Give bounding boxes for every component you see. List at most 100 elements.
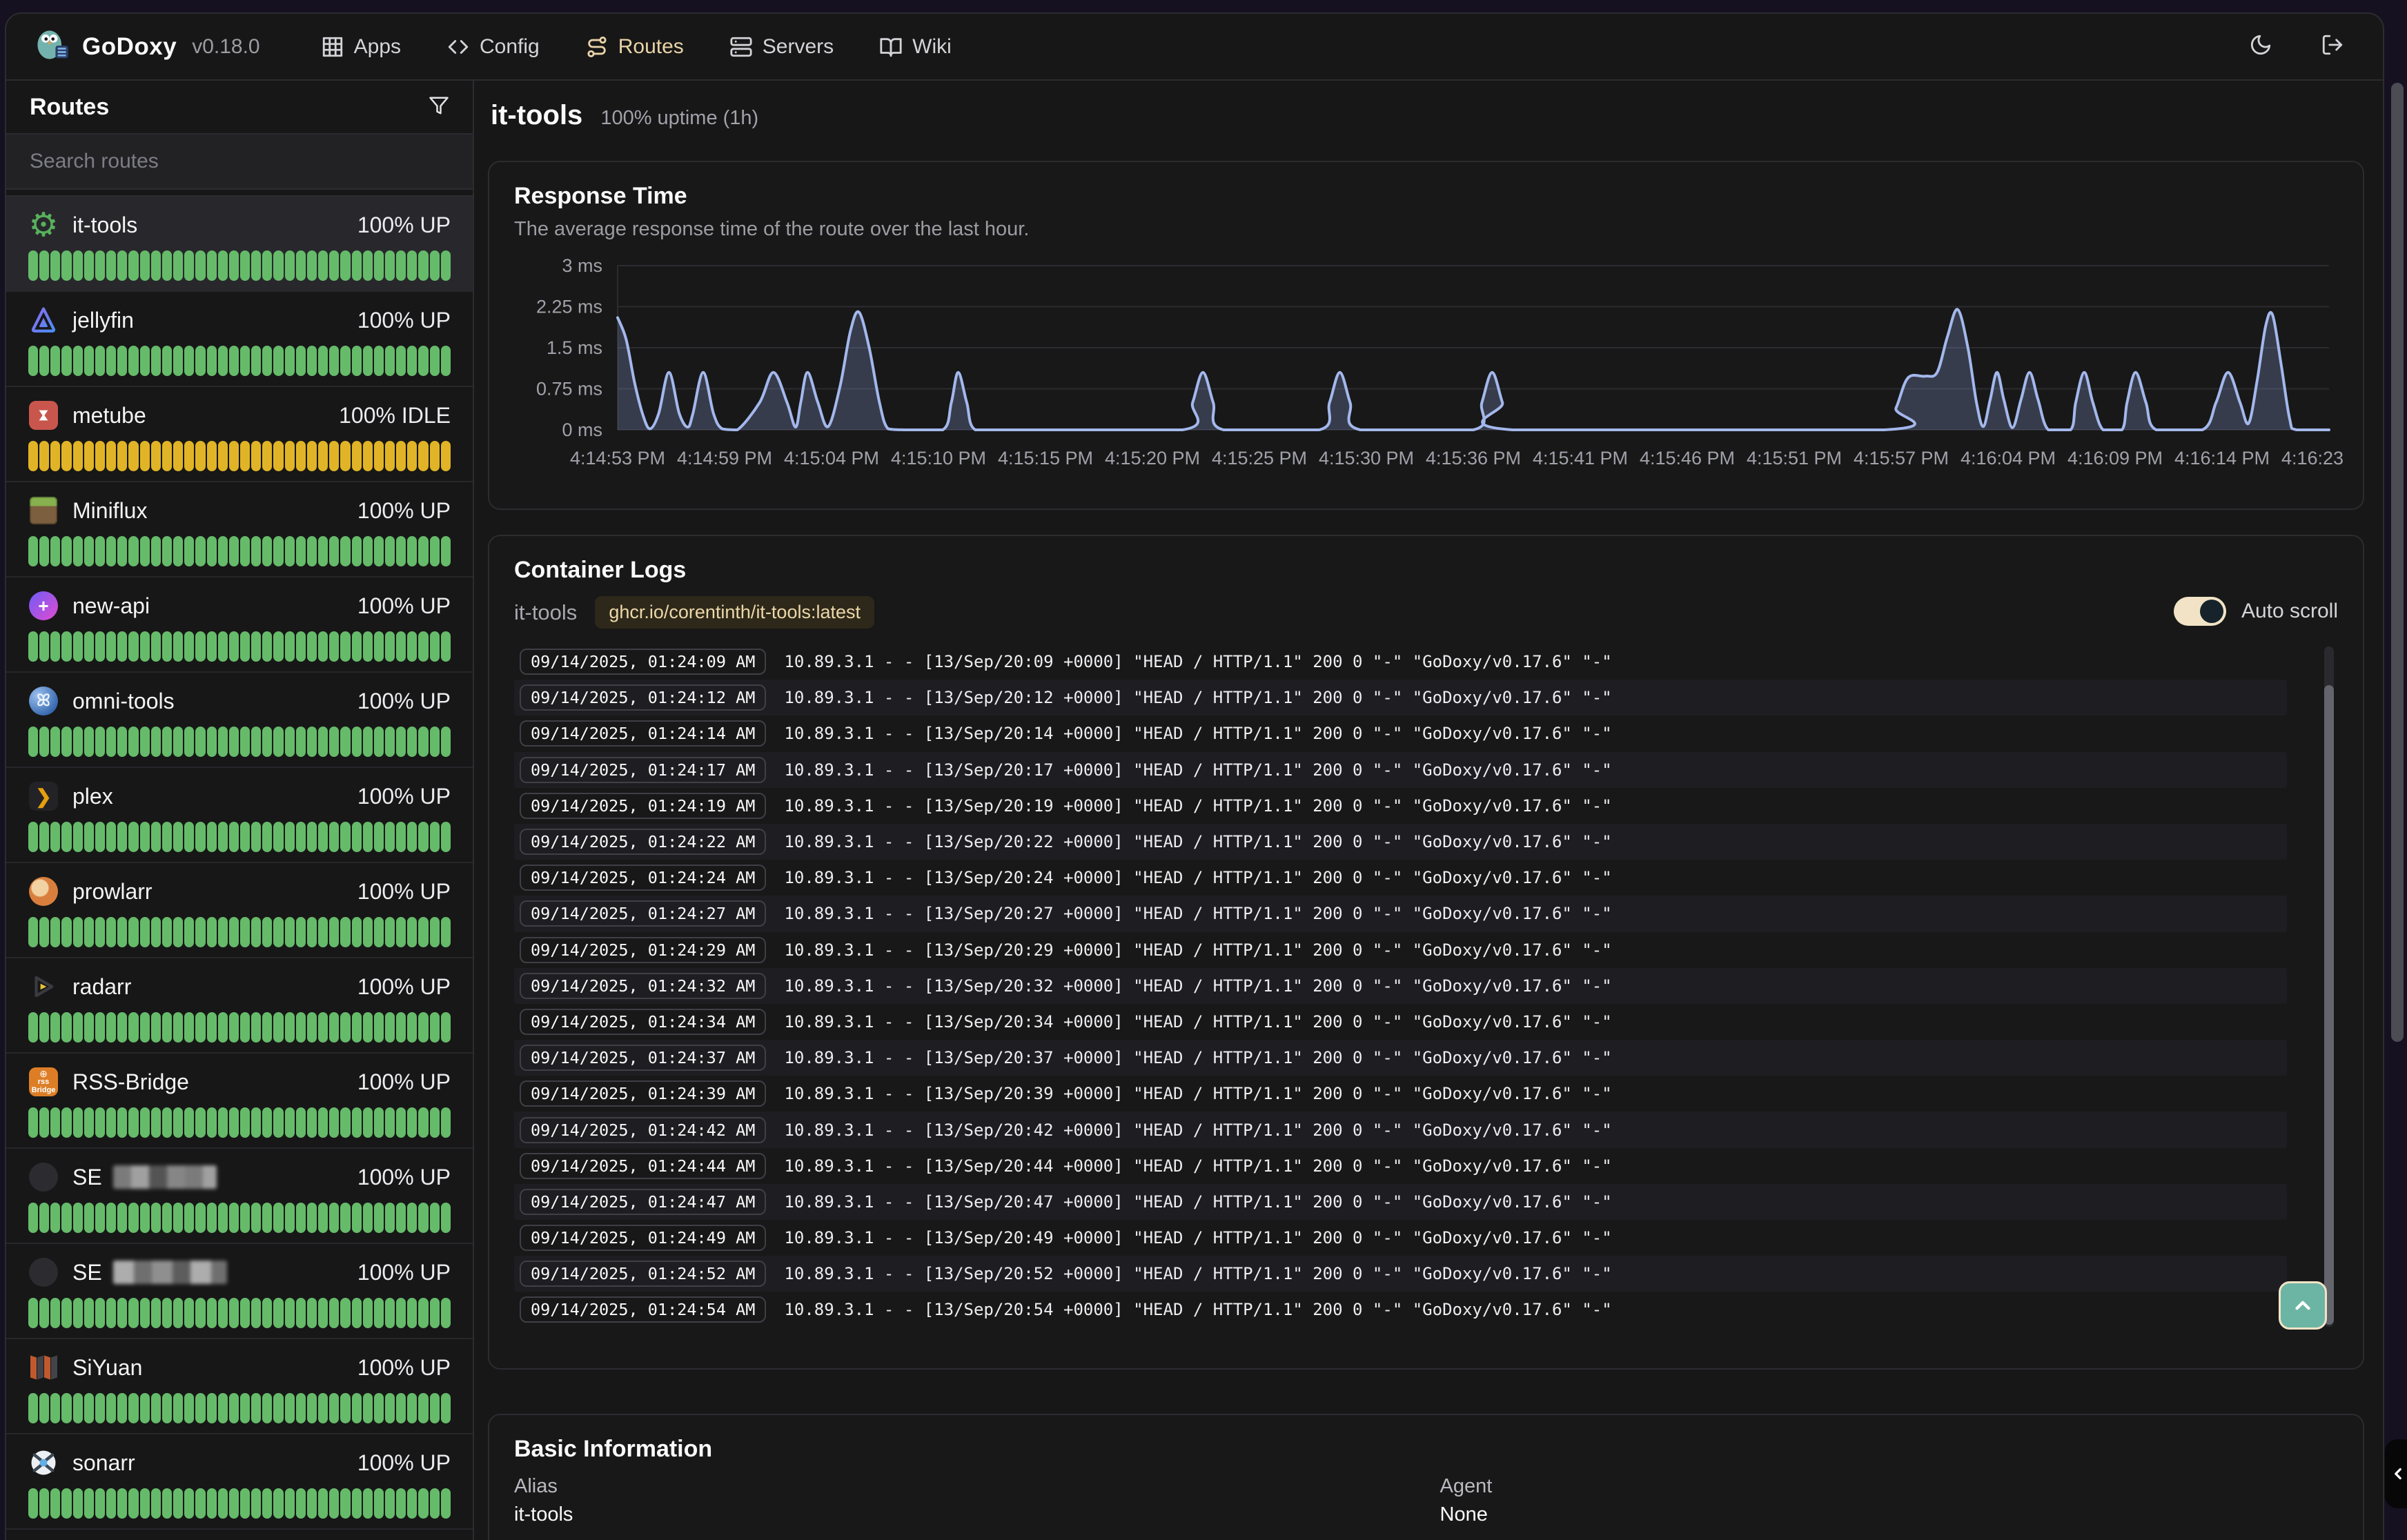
nav-item-apps[interactable]: Apps bbox=[321, 35, 401, 59]
sidebar-item-siyuan[interactable]: SiYuan 100% UP bbox=[6, 1339, 473, 1434]
brand[interactable]: GoDoxy v0.18.0 bbox=[34, 27, 260, 66]
svg-text:2.25 ms: 2.25 ms bbox=[536, 297, 602, 317]
filter-icon[interactable] bbox=[429, 95, 449, 119]
route-name: Miniflux bbox=[72, 498, 147, 524]
svg-text:1.5 ms: 1.5 ms bbox=[547, 337, 602, 358]
svg-text:4:14:59 PM: 4:14:59 PM bbox=[677, 448, 772, 468]
brand-name: GoDoxy bbox=[82, 33, 177, 61]
log-message: 10.89.3.1 - - [13/Sep/20:17 +0000] "HEAD… bbox=[784, 760, 1611, 780]
nav-item-routes[interactable]: Routes bbox=[585, 35, 684, 59]
log-row: 09/14/2025, 01:24:52 AM10.89.3.1 - - [13… bbox=[514, 1256, 2287, 1292]
sidebar-item-it-tools[interactable]: ⚙ it-tools 100% UP bbox=[6, 197, 473, 292]
auto-scroll-toggle[interactable] bbox=[2174, 597, 2226, 626]
svg-text:4:14:53 PM: 4:14:53 PM bbox=[570, 448, 665, 468]
log-timestamp: 09/14/2025, 01:24:34 AM bbox=[520, 1009, 766, 1035]
log-message: 10.89.3.1 - - [13/Sep/20:24 +0000] "HEAD… bbox=[784, 868, 1611, 887]
log-row: 09/14/2025, 01:24:22 AM10.89.3.1 - - [13… bbox=[514, 824, 2287, 860]
logs-scrollbar-thumb[interactable] bbox=[2324, 685, 2334, 1325]
container-logs-title: Container Logs bbox=[514, 557, 874, 584]
logs-scrollbar[interactable] bbox=[2324, 646, 2334, 1327]
book-open-icon bbox=[879, 35, 903, 59]
log-timestamp: 09/14/2025, 01:24:42 AM bbox=[520, 1117, 766, 1143]
log-row: 09/14/2025, 01:24:17 AM10.89.3.1 - - [13… bbox=[514, 752, 2287, 788]
sidebar-header: Routes bbox=[6, 81, 473, 135]
log-row: 09/14/2025, 01:24:29 AM10.89.3.1 - - [13… bbox=[514, 932, 2287, 968]
uptime-bars bbox=[28, 536, 451, 566]
log-message: 10.89.3.1 - - [13/Sep/20:19 +0000] "HEAD… bbox=[784, 796, 1611, 816]
nav-item-wiki[interactable]: Wiki bbox=[879, 35, 952, 59]
log-row: 09/14/2025, 01:24:44 AM10.89.3.1 - - [13… bbox=[514, 1148, 2287, 1184]
log-message: 10.89.3.1 - - [13/Sep/20:47 +0000] "HEAD… bbox=[784, 1192, 1611, 1212]
godoxy-logo-icon bbox=[34, 27, 70, 66]
sidebar-item-se[interactable]: SE 100% UP bbox=[6, 1244, 473, 1339]
servers-icon bbox=[729, 35, 753, 59]
page-scrollbar-thumb[interactable] bbox=[2391, 83, 2404, 1042]
uptime-summary: 100% uptime (1h) bbox=[600, 107, 758, 130]
nav-item-servers[interactable]: Servers bbox=[729, 35, 834, 59]
sidebar-item-metube[interactable]: metube 100% IDLE bbox=[6, 387, 473, 482]
log-rows: 09/14/2025, 01:24:09 AM10.89.3.1 - - [13… bbox=[514, 644, 2287, 1328]
route-uptime-label: 100% UP bbox=[357, 593, 451, 619]
drawer-handle[interactable] bbox=[2385, 1439, 2407, 1508]
log-row: 09/14/2025, 01:24:37 AM10.89.3.1 - - [13… bbox=[514, 1040, 2287, 1076]
svg-text:4:15:36 PM: 4:15:36 PM bbox=[1426, 448, 1521, 468]
route-icon bbox=[585, 35, 609, 59]
log-row: 09/14/2025, 01:24:19 AM10.89.3.1 - - [13… bbox=[514, 788, 2287, 824]
sidebar-item-sonarr[interactable]: sonarr 100% UP bbox=[6, 1434, 473, 1530]
sidebar-item-new-api[interactable]: + new-api 100% UP bbox=[6, 578, 473, 673]
nav-items: Apps Config Routes Servers Wiki bbox=[321, 35, 952, 59]
log-message: 10.89.3.1 - - [13/Sep/20:14 +0000] "HEAD… bbox=[784, 724, 1611, 743]
basic-information-title: Basic Information bbox=[514, 1436, 2338, 1463]
route-name: prowlarr bbox=[72, 879, 153, 905]
log-timestamp: 09/14/2025, 01:24:32 AM bbox=[520, 973, 766, 999]
sonarr-icon bbox=[28, 1448, 59, 1478]
sidebar-item-se[interactable]: SE 100% UP bbox=[6, 1149, 473, 1244]
route-uptime-label: 100% UP bbox=[357, 213, 451, 238]
route-uptime-label: 100% UP bbox=[357, 1260, 451, 1285]
log-message: 10.89.3.1 - - [13/Sep/20:12 +0000] "HEAD… bbox=[784, 688, 1611, 707]
nav-item-label: Routes bbox=[618, 35, 684, 59]
sidebar-item-rss-bridge[interactable]: ⊕rssBridge RSS-Bridge 100% UP bbox=[6, 1054, 473, 1149]
route-name: it-tools bbox=[72, 213, 137, 238]
grid-icon bbox=[321, 35, 344, 59]
log-message: 10.89.3.1 - - [13/Sep/20:42 +0000] "HEAD… bbox=[784, 1121, 1611, 1140]
log-timestamp: 09/14/2025, 01:24:39 AM bbox=[520, 1080, 766, 1107]
log-message: 10.89.3.1 - - [13/Sep/20:54 +0000] "HEAD… bbox=[784, 1300, 1611, 1319]
logout-icon[interactable] bbox=[2321, 33, 2344, 60]
route-name: radarr bbox=[72, 974, 131, 1000]
svg-text:4:15:41 PM: 4:15:41 PM bbox=[1533, 448, 1628, 468]
sidebar-item-omni-tools[interactable]: ꕤ omni-tools 100% UP bbox=[6, 673, 473, 768]
sidebar-item-prowlarr[interactable]: prowlarr 100% UP bbox=[6, 863, 473, 958]
brand-version: v0.18.0 bbox=[192, 35, 259, 59]
nav-item-config[interactable]: Config bbox=[446, 35, 540, 59]
avatar-icon bbox=[28, 1257, 59, 1287]
route-uptime-label: 100% UP bbox=[357, 1165, 451, 1190]
log-row: 09/14/2025, 01:24:12 AM10.89.3.1 - - [13… bbox=[514, 680, 2287, 715]
sidebar-item-radarr[interactable]: radarr 100% UP bbox=[6, 958, 473, 1054]
uptime-bars bbox=[28, 1012, 451, 1043]
avatar-icon bbox=[28, 1162, 59, 1192]
log-row: 09/14/2025, 01:24:27 AM10.89.3.1 - - [13… bbox=[514, 896, 2287, 931]
moon-icon[interactable] bbox=[2249, 33, 2272, 60]
sidebar-item-jellyfin[interactable]: jellyfin 100% UP bbox=[6, 292, 473, 387]
sidebar-item-miniflux[interactable]: Miniflux 100% UP bbox=[6, 482, 473, 578]
chevron-left-icon bbox=[2389, 1465, 2407, 1483]
auto-scroll-label: Auto scroll bbox=[2241, 600, 2338, 623]
field-label: Agent bbox=[1440, 1475, 2339, 1498]
uptime-bars bbox=[28, 1203, 451, 1233]
svg-text:4:15:10 PM: 4:15:10 PM bbox=[891, 448, 986, 468]
sidebar-item-plex[interactable]: ❯ plex 100% UP bbox=[6, 768, 473, 863]
svg-text:4:15:20 PM: 4:15:20 PM bbox=[1105, 448, 1200, 468]
prowlarr-icon bbox=[28, 876, 59, 907]
log-message: 10.89.3.1 - - [13/Sep/20:49 +0000] "HEAD… bbox=[784, 1228, 1611, 1247]
route-list: ⚙ it-tools 100% UP jellyfin 100% UP metu… bbox=[6, 195, 473, 1540]
route-uptime-label: 100% UP bbox=[357, 879, 451, 905]
route-name: SE bbox=[72, 1165, 217, 1190]
basic-info-field-alias: Aliasit-tools bbox=[514, 1475, 1413, 1526]
logs-route-name: it-tools bbox=[514, 600, 577, 625]
it-tools-icon: ⚙ bbox=[28, 210, 59, 240]
route-uptime-label: 100% UP bbox=[357, 784, 451, 809]
container-image-badge: ghcr.io/corentinth/it-tools:latest bbox=[595, 596, 874, 629]
search-routes-input[interactable] bbox=[30, 150, 449, 173]
scroll-to-top-button[interactable] bbox=[2279, 1281, 2327, 1330]
